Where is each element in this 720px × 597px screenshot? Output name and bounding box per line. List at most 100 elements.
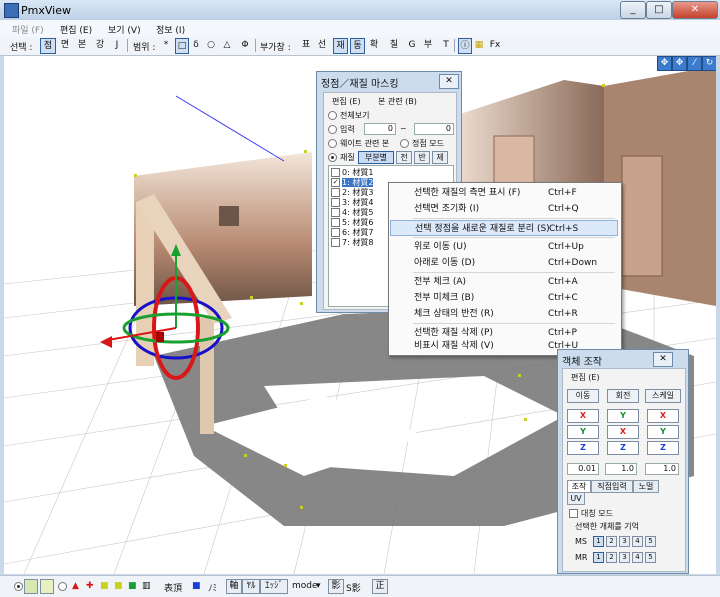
select-vertex-button[interactable]: 점 <box>40 38 56 54</box>
grid-icon[interactable]: ▦ <box>473 38 485 52</box>
mr-slot-5[interactable]: 5 <box>645 552 656 563</box>
list-item[interactable]: 4: 材質5 <box>331 208 373 218</box>
window-t-button[interactable]: T <box>441 38 451 52</box>
list-item[interactable]: 7: 材質8 <box>331 238 373 248</box>
list-item[interactable]: 5: 材質6 <box>331 218 373 228</box>
menu-info[interactable]: 정보 (I) <box>156 23 185 36</box>
menu-item-show-side[interactable]: 선택한 재질의 측면 표시 (F) Ctrl+F <box>390 185 618 201</box>
edge-toggle[interactable]: ｴｯｼﾞ <box>260 579 288 594</box>
checkbox[interactable] <box>331 188 340 197</box>
view-mode-button[interactable] <box>24 579 38 594</box>
checkbox[interactable] <box>331 228 340 237</box>
menu-edit[interactable]: 편집 (E) <box>60 23 92 36</box>
tab-normal[interactable]: 노멀 <box>633 480 659 493</box>
input-from-field[interactable]: 0 <box>364 123 396 135</box>
rotate-icon[interactable]: ↻ <box>702 56 716 71</box>
color-icon[interactable]: ■ <box>192 581 201 591</box>
mask-panel-close-button[interactable]: ✕ <box>439 74 459 89</box>
face-vertex-toggle[interactable]: 表頂 <box>164 581 182 594</box>
scale-button[interactable]: 스케일 <box>645 389 681 403</box>
mr-slot-2[interactable]: 2 <box>606 552 617 563</box>
rotate-x-button[interactable]: X <box>607 425 639 439</box>
list-item[interactable]: 3: 材質4 <box>331 198 373 208</box>
select-face-button[interactable]: 면 <box>59 38 71 52</box>
mode-dropdown[interactable]: mode <box>292 581 318 591</box>
move-step-field[interactable]: 0.01 <box>567 463 599 475</box>
ms-slot-4[interactable]: 4 <box>632 536 643 547</box>
move-all-icon[interactable]: ✥ <box>672 56 687 71</box>
move-icon[interactable]: ✥ <box>657 56 672 71</box>
tab-uv[interactable]: UV <box>567 492 585 505</box>
checkbox[interactable] <box>331 218 340 227</box>
rotate-z-button[interactable]: Z <box>607 441 639 455</box>
range-rect-button[interactable]: □ <box>175 38 189 54</box>
axis-toggle[interactable]: 軸 <box>226 579 242 594</box>
menu-item-split-material[interactable]: 선택 정점을 새로운 재질로 분리 (S) Ctrl+S <box>390 220 618 236</box>
fx-button[interactable]: Fx <box>488 38 502 52</box>
invert-button[interactable]: 반 <box>414 151 430 164</box>
scale-x-button[interactable]: X <box>647 409 679 423</box>
symmetric-checkbox[interactable] <box>569 509 578 518</box>
triangle-icon[interactable]: ▲ <box>72 581 79 591</box>
select-rigid-button[interactable]: 강 <box>94 38 106 52</box>
part-button[interactable]: 부분별 <box>358 151 394 164</box>
object-panel-close-button[interactable]: ✕ <box>653 352 673 367</box>
select-bone-button[interactable]: 본 <box>76 38 88 52</box>
view-mode-button[interactable] <box>40 579 54 594</box>
list-item[interactable]: 2: 材質3 <box>331 188 373 198</box>
rotate-y-button[interactable]: Y <box>607 409 639 423</box>
radio-material[interactable] <box>328 153 337 162</box>
dot-icon[interactable]: ■ <box>128 581 137 591</box>
ms-slot-2[interactable]: 2 <box>606 536 617 547</box>
scale-step-field[interactable]: 1.0 <box>645 463 679 475</box>
mr-slot-4[interactable]: 4 <box>632 552 643 563</box>
rotate-button[interactable]: 회전 <box>607 389 639 403</box>
mr-slot-3[interactable]: 3 <box>619 552 630 563</box>
range-delta-button[interactable]: δ <box>191 38 201 52</box>
menu-item-check-all[interactable]: 전부 체크 (A) Ctrl+A <box>390 274 618 290</box>
ms-slot-3[interactable]: 3 <box>619 536 630 547</box>
ortho-toggle[interactable]: 正 <box>372 579 388 594</box>
dot-icon[interactable]: ▥ <box>142 581 151 591</box>
input-to-field[interactable]: 0 <box>414 123 454 135</box>
menu-item-uncheck-all[interactable]: 전부 미체크 (B) Ctrl+C <box>390 290 618 306</box>
self-shadow-toggle[interactable]: S影 <box>346 581 361 594</box>
rotate-step-field[interactable]: 1.0 <box>605 463 637 475</box>
chevron-down-icon[interactable]: ▾ <box>316 581 321 591</box>
range-triangle-button[interactable]: △ <box>222 38 232 52</box>
list-item[interactable]: 0: 材質1 <box>331 168 373 178</box>
menu-item-move-down[interactable]: 아래로 이동 (D) Ctrl+Down <box>390 255 618 271</box>
info-icon[interactable]: ⓘ <box>458 38 472 54</box>
select-joint-button[interactable]: J <box>112 38 122 52</box>
menu-file[interactable]: 파일 (F) <box>12 23 44 36</box>
dot-icon[interactable]: ■ <box>114 581 123 591</box>
mask-menu-edit[interactable]: 편집 (E) <box>332 96 361 107</box>
window-table-button[interactable]: 표 <box>301 38 311 52</box>
move-button[interactable]: 이동 <box>567 389 599 403</box>
checkbox[interactable] <box>331 168 340 177</box>
checkbox[interactable] <box>331 198 340 207</box>
radio-view-b[interactable] <box>58 582 67 591</box>
yaru-toggle[interactable]: ﾔﾙ <box>242 579 260 594</box>
range-circle-button[interactable]: ○ <box>206 38 216 52</box>
range-phi-button[interactable]: Φ <box>240 38 250 52</box>
move-x-button[interactable]: X <box>567 409 599 423</box>
checkbox[interactable]: ✓ <box>331 178 340 187</box>
radio-weight[interactable] <box>328 139 337 148</box>
window-motion-button[interactable]: 동 <box>350 38 365 54</box>
menu-view[interactable]: 보기 (V) <box>108 23 141 36</box>
mr-slot-1[interactable]: 1 <box>593 552 604 563</box>
dot-icon[interactable]: ■ <box>100 581 109 591</box>
move-y-button[interactable]: Y <box>567 425 599 439</box>
menu-item-init-face[interactable]: 선택면 조기화 (I) Ctrl+Q <box>390 201 618 217</box>
minimize-button[interactable]: _ <box>620 1 646 19</box>
exclude-button[interactable]: 제 <box>432 151 448 164</box>
list-item[interactable]: ✓ 1: 材質2 <box>331 178 374 188</box>
window-paint-button[interactable]: 칠 <box>389 38 399 52</box>
radio-vertex-mode[interactable] <box>400 139 409 148</box>
move-z-button[interactable]: Z <box>567 441 599 455</box>
window-material-button[interactable]: 재 <box>333 38 348 54</box>
radio-all[interactable] <box>328 111 337 120</box>
ms-slot-5[interactable]: 5 <box>645 536 656 547</box>
radio-input[interactable] <box>328 125 337 134</box>
